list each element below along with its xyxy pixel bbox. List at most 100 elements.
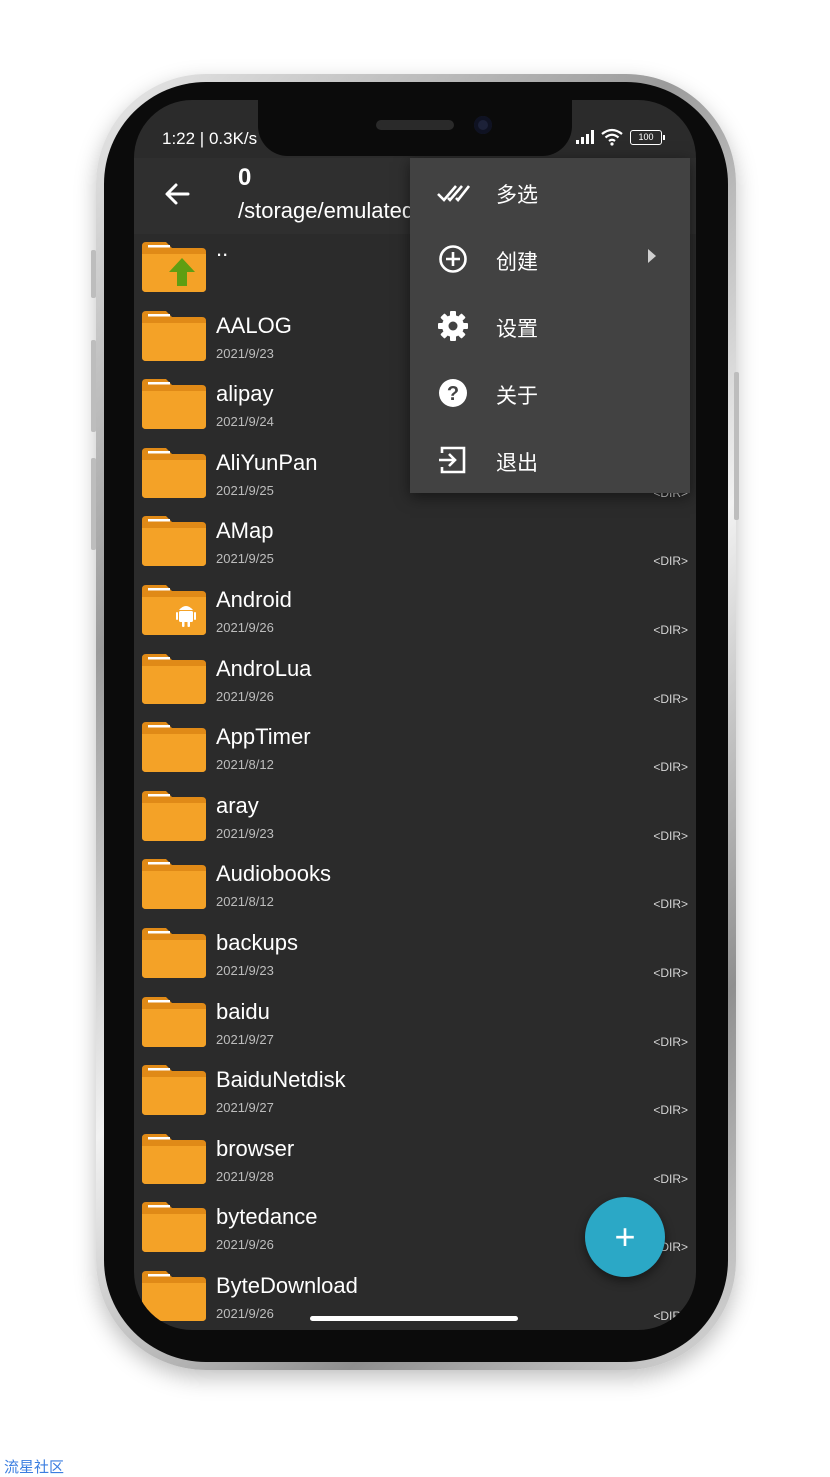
menu-item-help[interactable]: ? 关于 xyxy=(410,359,690,426)
power-button xyxy=(734,372,739,520)
file-date: 2021/9/23 xyxy=(216,825,274,841)
file-type: <DIR> xyxy=(653,828,688,843)
file-type: <DIR> xyxy=(653,1171,688,1186)
file-name: alipay xyxy=(216,381,274,407)
screen: 1:22 | 0.3K/s 100 0 /storage/emulated/0 … xyxy=(134,100,696,1330)
file-type: <DIR> xyxy=(653,622,688,637)
file-name: aray xyxy=(216,792,259,818)
file-date: 2021/8/12 xyxy=(216,894,274,910)
file-name: AppTimer xyxy=(216,724,311,750)
file-name: AALOG xyxy=(216,312,292,338)
file-date: 2021/9/27 xyxy=(216,1031,274,1047)
gear-icon xyxy=(436,309,470,343)
folder-icon xyxy=(142,1065,206,1116)
file-name: AMap xyxy=(216,518,274,544)
file-date: 2021/9/25 xyxy=(216,551,274,567)
folder-icon xyxy=(142,516,206,567)
file-name: AndroLua xyxy=(216,655,312,681)
file-date: 2021/8/12 xyxy=(216,757,274,773)
file-row[interactable]: AndroLua 2021/9/26 <DIR> xyxy=(134,646,696,715)
file-type: <DIR> xyxy=(653,965,688,980)
toolbar-path: /storage/emulated/0 xyxy=(238,198,433,223)
file-name: .. xyxy=(216,236,229,261)
android-folder-icon xyxy=(142,584,206,635)
menu-item-multi-select[interactable]: 多选 xyxy=(410,158,690,225)
file-type: <DIR> xyxy=(653,1308,688,1323)
folder-icon xyxy=(142,447,206,498)
add-circle-icon xyxy=(436,242,470,276)
overflow-menu: 多选 创建 设置? 关于 退出 xyxy=(410,158,690,493)
file-date: 2021/9/26 xyxy=(216,688,274,704)
folder-icon xyxy=(142,1202,206,1253)
file-type: <DIR> xyxy=(653,1103,688,1118)
folder-icon xyxy=(142,790,206,841)
file-type: <DIR> xyxy=(653,691,688,706)
signal-icon xyxy=(576,130,594,144)
front-camera xyxy=(474,116,492,134)
file-row[interactable]: Android 2021/9/26 <DIR> xyxy=(134,577,696,646)
file-name: browser xyxy=(216,1135,295,1161)
folder-up-icon xyxy=(142,242,206,292)
folder-icon xyxy=(142,653,206,704)
watermark: 流星社区 xyxy=(4,1459,65,1476)
menu-item-label: 创建 xyxy=(496,251,538,274)
file-date: 2021/9/26 xyxy=(216,619,274,635)
file-date: 2021/9/25 xyxy=(216,482,274,498)
file-row[interactable]: browser 2021/9/28 <DIR> xyxy=(134,1126,696,1195)
file-row[interactable]: baidu 2021/9/27 <DIR> xyxy=(134,989,696,1058)
menu-item-gear[interactable]: 设置 xyxy=(410,292,690,359)
add-fab-button[interactable]: + xyxy=(585,1197,665,1277)
folder-icon xyxy=(142,379,206,430)
menu-item-exit[interactable]: 退出 xyxy=(410,426,690,493)
toolbar-title: 0 xyxy=(238,164,252,191)
file-name: bytedance xyxy=(216,1204,318,1230)
menu-item-label: 设置 xyxy=(496,318,538,341)
file-name: baidu xyxy=(216,998,270,1024)
svg-text:?: ? xyxy=(447,383,459,405)
file-row[interactable]: AppTimer 2021/8/12 <DIR> xyxy=(134,714,696,783)
status-time-speed: 1:22 | 0.3K/s xyxy=(162,129,258,148)
multi-select-icon xyxy=(436,175,471,209)
file-row[interactable]: Audiobooks 2021/8/12 <DIR> xyxy=(134,851,696,920)
file-date: 2021/9/27 xyxy=(216,1100,274,1116)
home-indicator[interactable] xyxy=(310,1316,518,1321)
file-type: <DIR> xyxy=(653,1034,688,1049)
menu-item-label: 多选 xyxy=(496,184,538,207)
file-name: Audiobooks xyxy=(216,861,331,887)
folder-icon xyxy=(142,722,206,773)
folder-icon xyxy=(142,310,206,361)
file-row[interactable]: backups 2021/9/23 <DIR> xyxy=(134,920,696,989)
exit-icon xyxy=(436,443,470,477)
file-date: 2021/9/24 xyxy=(216,414,274,430)
file-type: <DIR> xyxy=(653,554,688,569)
submenu-arrow-icon xyxy=(648,249,656,263)
file-name: Android xyxy=(216,586,292,612)
notch xyxy=(258,100,572,156)
file-row[interactable]: AMap 2021/9/25 <DIR> xyxy=(134,508,696,577)
file-name: ByteDownload xyxy=(216,1272,358,1298)
status-icons: 100 xyxy=(576,128,665,146)
file-date: 2021/9/26 xyxy=(216,1237,274,1253)
file-date: 2021/9/23 xyxy=(216,345,274,361)
file-name: BaiduNetdisk xyxy=(216,1067,346,1093)
file-type: <DIR> xyxy=(653,760,688,775)
mute-switch xyxy=(91,250,96,298)
folder-icon xyxy=(142,927,206,978)
help-icon: ? xyxy=(436,376,470,410)
volume-down-button xyxy=(91,458,96,550)
folder-icon xyxy=(142,1133,206,1184)
folder-icon xyxy=(142,996,206,1047)
file-name: AliYunPan xyxy=(216,449,318,475)
folder-icon xyxy=(142,1270,206,1321)
speaker-grille xyxy=(376,120,454,130)
file-row[interactable]: aray 2021/9/23 <DIR> xyxy=(134,783,696,852)
file-row[interactable]: BaiduNetdisk 2021/9/27 <DIR> xyxy=(134,1057,696,1126)
menu-item-add-circle[interactable]: 创建 xyxy=(410,225,690,292)
wifi-icon xyxy=(601,128,623,146)
volume-up-button xyxy=(91,340,96,432)
file-date: 2021/9/23 xyxy=(216,962,274,978)
file-type: <DIR> xyxy=(653,897,688,912)
folder-icon xyxy=(142,859,206,910)
menu-item-label: 关于 xyxy=(496,385,538,408)
back-arrow-icon[interactable] xyxy=(158,174,198,214)
